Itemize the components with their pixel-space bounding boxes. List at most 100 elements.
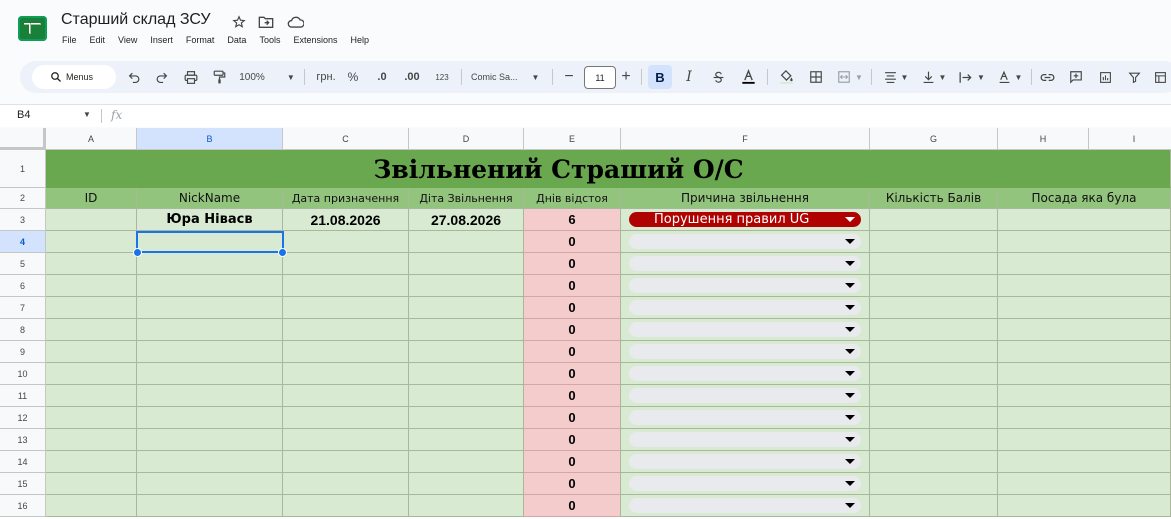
cloud-status-icon[interactable]	[286, 13, 304, 31]
italic-button[interactable]: I	[679, 61, 699, 93]
grid-cell[interactable]	[283, 451, 409, 473]
grid-cell[interactable]	[998, 231, 1171, 253]
cell-days-rest[interactable]: 6	[524, 209, 621, 231]
grid-cell[interactable]	[870, 341, 998, 363]
header-days-rest[interactable]: Днів відстоя	[524, 188, 621, 209]
header-dismissed-date[interactable]: Діта Звільнення	[409, 188, 524, 209]
grid-cell[interactable]	[46, 473, 137, 495]
grid-cell[interactable]	[409, 319, 524, 341]
grid-cell[interactable]	[137, 319, 283, 341]
chevron-down-icon[interactable]: ▼	[83, 110, 91, 119]
grid-cell[interactable]	[998, 297, 1171, 319]
grid-cell[interactable]	[283, 385, 409, 407]
menu-insert[interactable]: Insert	[150, 35, 173, 45]
header-assigned-date[interactable]: Дата призначення	[283, 188, 409, 209]
grid-cell[interactable]	[870, 253, 998, 275]
column-header-c[interactable]: C	[283, 128, 409, 150]
grid-cell[interactable]	[137, 495, 283, 517]
cell-a3[interactable]	[46, 209, 137, 231]
grid-cell[interactable]	[998, 407, 1171, 429]
insert-comment-icon[interactable]	[1066, 61, 1086, 93]
grid-cell[interactable]	[409, 275, 524, 297]
grid-cell[interactable]	[137, 297, 283, 319]
grid-cell[interactable]	[409, 341, 524, 363]
cell-days-rest[interactable]: 0	[524, 275, 621, 297]
number-format-button[interactable]: 123	[430, 61, 454, 93]
grid-cell[interactable]	[46, 231, 137, 253]
filter-icon[interactable]	[1124, 61, 1144, 93]
row-header-2[interactable]: 2	[0, 188, 46, 209]
grid-cell[interactable]	[46, 429, 137, 451]
row-header-16[interactable]: 16	[0, 495, 46, 517]
grid-cell[interactable]	[998, 473, 1171, 495]
column-header-b[interactable]: B	[137, 128, 283, 150]
row-header-7[interactable]: 7	[0, 297, 46, 319]
move-folder-icon[interactable]	[257, 13, 275, 31]
grid-cell[interactable]	[870, 385, 998, 407]
select-all-corner[interactable]	[0, 128, 46, 150]
grid-cell[interactable]	[870, 495, 998, 517]
header-nickname[interactable]: NickName	[137, 188, 283, 209]
grid-cell[interactable]	[870, 473, 998, 495]
percent-format-button[interactable]: %	[344, 61, 362, 93]
grid-cell[interactable]	[137, 473, 283, 495]
row-header-14[interactable]: 14	[0, 451, 46, 473]
grid-cell[interactable]	[998, 429, 1171, 451]
grid-cell[interactable]	[137, 231, 283, 253]
grid-cell[interactable]	[870, 407, 998, 429]
grid-cell[interactable]	[283, 495, 409, 517]
column-header-d[interactable]: D	[409, 128, 524, 150]
redo-icon[interactable]	[151, 61, 171, 93]
menu-data[interactable]: Data	[227, 35, 246, 45]
cell-former-position[interactable]	[998, 209, 1171, 231]
grid-cell[interactable]	[283, 363, 409, 385]
menu-edit[interactable]: Edit	[90, 35, 106, 45]
grid-cell[interactable]	[409, 451, 524, 473]
grid-cell[interactable]	[998, 253, 1171, 275]
cell-days-rest[interactable]: 0	[524, 341, 621, 363]
grid-cell[interactable]	[46, 451, 137, 473]
grid-cell[interactable]	[283, 473, 409, 495]
grid-cell[interactable]	[137, 429, 283, 451]
reason-dropdown-chip[interactable]	[629, 432, 861, 447]
cell-days-rest[interactable]: 0	[524, 253, 621, 275]
cell-days-rest[interactable]: 0	[524, 473, 621, 495]
reason-dropdown-chip[interactable]	[629, 498, 861, 513]
column-header-i[interactable]: I	[1089, 128, 1171, 150]
header-dismissal-reason[interactable]: Причина звільнення	[621, 188, 870, 209]
column-header-e[interactable]: E	[524, 128, 621, 150]
column-header-g[interactable]: G	[870, 128, 998, 150]
horizontal-align-icon[interactable]: ▼	[880, 61, 912, 93]
cell-days-rest[interactable]: 0	[524, 231, 621, 253]
column-header-f[interactable]: F	[621, 128, 870, 150]
sheets-logo-icon[interactable]	[18, 16, 47, 41]
grid-cell[interactable]	[409, 363, 524, 385]
menu-help[interactable]: Help	[350, 35, 369, 45]
row-header-4[interactable]: 4	[0, 231, 46, 253]
grid-cell[interactable]	[137, 385, 283, 407]
menu-tools[interactable]: Tools	[259, 35, 280, 45]
grid-cell[interactable]	[283, 319, 409, 341]
document-title[interactable]: Старший склад ЗСУ	[61, 11, 211, 29]
increase-font-size-icon[interactable]: +	[618, 61, 634, 93]
cell-days-rest[interactable]: 0	[524, 407, 621, 429]
grid-cell[interactable]	[998, 385, 1171, 407]
row-header-9[interactable]: 9	[0, 341, 46, 363]
insert-link-icon[interactable]	[1037, 61, 1057, 93]
grid-cell[interactable]	[137, 363, 283, 385]
grid-cell[interactable]	[283, 407, 409, 429]
reason-dropdown-chip[interactable]	[629, 388, 861, 403]
grid-cell[interactable]	[283, 429, 409, 451]
reason-dropdown-chip[interactable]	[629, 476, 861, 491]
reason-dropdown-chip[interactable]	[629, 410, 861, 425]
cell-assigned-date[interactable]: 21.08.2026	[283, 209, 409, 231]
cell-days-rest[interactable]: 0	[524, 363, 621, 385]
grid-cell[interactable]	[137, 451, 283, 473]
grid-cell[interactable]	[998, 495, 1171, 517]
row-header-3[interactable]: 3	[0, 209, 46, 231]
grid-cell[interactable]	[409, 253, 524, 275]
text-color-icon[interactable]	[737, 61, 759, 93]
decrease-font-size-icon[interactable]: −	[561, 61, 577, 93]
column-header-h[interactable]: H	[998, 128, 1089, 150]
grid-cell[interactable]	[46, 275, 137, 297]
